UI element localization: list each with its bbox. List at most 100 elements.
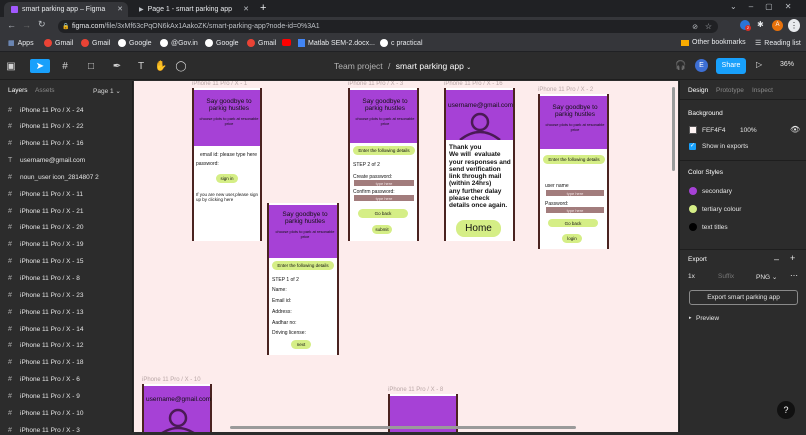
details-button[interactable]: Enter the following details <box>543 155 605 164</box>
bookmark-youtube[interactable] <box>282 39 291 46</box>
frame-label[interactable]: iPhone 11 Pro / X - 16 <box>444 81 503 87</box>
frame-label[interactable]: iPhone 11 Pro / X - 2 <box>538 87 593 93</box>
layer-item[interactable]: # noun_user icon_2814807 2 <box>8 172 99 182</box>
layer-item[interactable]: # iPhone 11 Pro / X - 19 <box>8 240 83 250</box>
move-tool-icon[interactable]: ➤ <box>30 59 50 73</box>
bookmark-gmail-3[interactable]: Gmail <box>247 39 276 47</box>
frame-thankyou[interactable]: username@gmail.com Thank you We will eva… <box>444 88 515 241</box>
color-style-swatch[interactable] <box>689 187 697 195</box>
bookmark-gmail-1[interactable]: Gmail <box>44 39 73 47</box>
home-button[interactable]: Home <box>456 220 501 237</box>
layer-item[interactable]: Tusername@gmail.com <box>8 156 85 166</box>
layer-item[interactable]: # iPhone 11 Pro / X - 14 <box>8 324 83 334</box>
page-selector[interactable]: Page 1 ⌄ <box>93 87 121 95</box>
bookmark-matlab[interactable]: Matlab SEM-2.docx... <box>298 39 375 47</box>
layer-item[interactable]: # iPhone 11 Pro / X - 24 <box>8 105 83 115</box>
file-name[interactable]: smart parking app <box>396 61 464 71</box>
layer-item[interactable]: # iPhone 11 Pro / X - 6 <box>8 375 80 385</box>
audio-icon[interactable]: 🎧 <box>675 60 686 71</box>
minus-icon[interactable]: – <box>774 254 779 264</box>
text-tool-icon[interactable]: T <box>134 59 148 73</box>
export-format[interactable]: PNG ⌄ <box>756 273 777 281</box>
bookmark-govin[interactable]: @Gov.in <box>160 39 198 47</box>
tab-prototype[interactable]: Prototype <box>716 87 744 94</box>
help-button[interactable]: ? <box>777 401 795 419</box>
reload-icon[interactable]: ↻ <box>38 19 46 30</box>
incognito-icon[interactable]: ⊘ <box>692 23 698 31</box>
zoom-level[interactable]: 36% <box>780 61 794 68</box>
color-style-swatch[interactable] <box>689 205 697 213</box>
go-back-button[interactable]: Go back <box>358 209 408 218</box>
back-icon[interactable]: ← <box>7 20 16 30</box>
login-button[interactable]: login <box>562 234 582 243</box>
checkbox-checked-icon[interactable]: ✓ <box>689 143 696 150</box>
puzzle-icon[interactable]: ✱ <box>757 20 764 29</box>
share-button[interactable]: Share <box>716 58 746 74</box>
go-back-button[interactable]: Go back <box>548 219 598 227</box>
layer-item[interactable]: # iPhone 11 Pro / X - 8 <box>8 274 80 284</box>
frame-login[interactable]: Say goodbye to parkig hustles choose plo… <box>538 94 609 249</box>
layer-item[interactable]: # iPhone 11 Pro / X - 11 <box>8 189 83 199</box>
plus-icon[interactable]: + <box>790 253 795 263</box>
layer-item[interactable]: # iPhone 11 Pro / X - 3 <box>8 425 80 435</box>
signin-button[interactable]: sign in <box>216 174 238 183</box>
caret-right-icon[interactable]: ▸ <box>689 315 692 321</box>
color-style-name[interactable]: secondary <box>702 188 732 195</box>
confirm-password-field[interactable]: type here <box>354 195 414 201</box>
layer-item[interactable]: # iPhone 11 Pro / X - 15 <box>8 257 83 267</box>
team-name[interactable]: Team project <box>334 61 383 71</box>
reading-list[interactable]: ☰ Reading list <box>755 39 801 48</box>
frame-tool-icon[interactable]: # <box>58 59 72 73</box>
details-button[interactable]: Enter the following details <box>272 261 334 270</box>
layer-item[interactable]: # iPhone 11 Pro / X - 23 <box>8 290 83 300</box>
layer-item[interactable]: # iPhone 11 Pro / X - 20 <box>8 223 83 233</box>
horizontal-scrollbar[interactable] <box>230 426 576 429</box>
next-button[interactable]: next <box>291 340 311 349</box>
user-avatar[interactable]: E <box>695 59 708 72</box>
frame-step1[interactable]: Say goodbye to parkig hustles choose plo… <box>267 203 339 355</box>
layer-item[interactable]: # iPhone 11 Pro / X - 18 <box>8 358 83 368</box>
frame-label[interactable]: iPhone 11 Pro / X - 10 <box>142 377 201 383</box>
tab-assets[interactable]: Assets <box>35 87 55 94</box>
tab-page1[interactable]: ▶ Page 1 - smart parking app ✕ <box>132 2 254 17</box>
layer-item[interactable]: # iPhone 11 Pro / X - 16 <box>8 139 83 149</box>
forward-icon[interactable]: → <box>22 20 31 30</box>
tab-figma[interactable]: smart parking app – Figma ✕ <box>4 2 128 17</box>
canvas[interactable]: iPhone 11 Pro / X - 1 Say goodbye to par… <box>134 81 678 432</box>
other-bookmarks[interactable]: Other bookmarks <box>681 39 746 46</box>
bookmark-apps[interactable]: ▦ Apps <box>8 39 34 48</box>
chevron-down-icon[interactable]: ⌄ <box>466 65 471 71</box>
pen-tool-icon[interactable]: ✒ <box>110 59 124 73</box>
comment-tool-icon[interactable]: ◯ <box>174 59 188 73</box>
rectangle-tool-icon[interactable]: □ <box>84 59 98 73</box>
preview-toggle[interactable]: Preview <box>696 315 719 322</box>
background-hex[interactable]: FEF4F4 <box>702 127 725 134</box>
bookmark-google-1[interactable]: Google <box>118 39 152 47</box>
main-menu-icon[interactable]: ▣ <box>4 59 18 73</box>
star-icon[interactable]: ☆ <box>705 22 712 31</box>
submit-button[interactable]: submit <box>372 225 392 234</box>
frame-label[interactable]: iPhone 11 Pro / X - 1 <box>192 81 247 87</box>
color-style-swatch[interactable] <box>689 223 697 231</box>
frame-label[interactable]: iPhone 11 Pro / X - 3 <box>348 81 403 87</box>
menu-kebab-icon[interactable]: ⋮ <box>788 19 800 32</box>
eye-icon[interactable]: 👁 <box>790 125 800 134</box>
present-icon[interactable]: ▷ <box>756 60 762 69</box>
details-button[interactable]: Enter the following details <box>353 146 415 155</box>
close-tab-icon[interactable]: ✕ <box>117 5 123 13</box>
layer-item[interactable]: # iPhone 11 Pro / X - 9 <box>8 391 80 401</box>
profile-avatar[interactable]: A <box>772 20 783 31</box>
new-tab-icon[interactable]: + <box>260 2 266 14</box>
password-field[interactable]: type here <box>546 207 604 213</box>
tab-design[interactable]: Design <box>688 87 708 94</box>
layer-item[interactable]: # iPhone 11 Pro / X - 13 <box>8 307 83 317</box>
window-controls[interactable]: ⌄–▢✕ <box>730 2 803 11</box>
hand-tool-icon[interactable]: ✋ <box>154 59 168 73</box>
tab-inspect[interactable]: Inspect <box>752 87 773 94</box>
frame-signin[interactable]: Say goodbye to parkig hustles choose plo… <box>192 88 262 241</box>
layer-item[interactable]: # iPhone 11 Pro / X - 12 <box>8 341 83 351</box>
layer-item[interactable]: # iPhone 11 Pro / X - 10 <box>8 408 83 418</box>
background-opacity[interactable]: 100% <box>740 127 757 134</box>
export-suffix[interactable]: Suffix <box>718 273 734 280</box>
frame-profile[interactable]: username@gmail.com <box>142 384 212 432</box>
